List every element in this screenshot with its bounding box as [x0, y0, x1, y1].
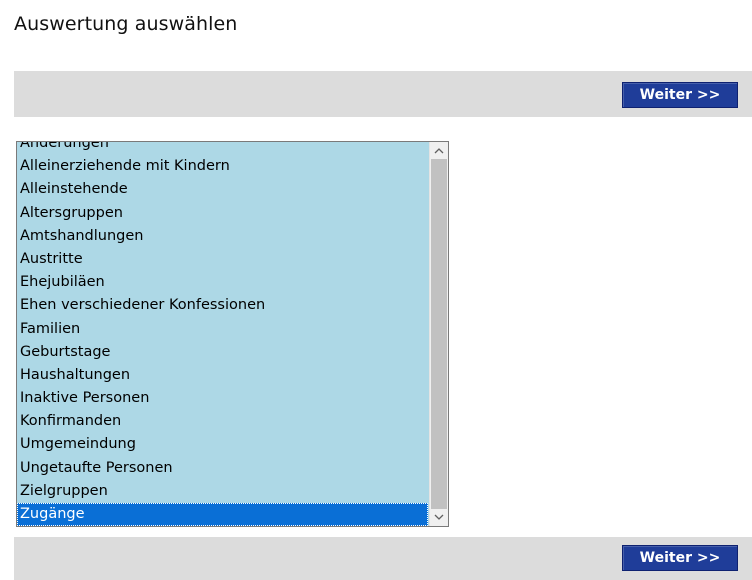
- next-button-bottom[interactable]: Weiter >>: [622, 545, 738, 571]
- next-button-top[interactable]: Weiter >>: [622, 82, 738, 108]
- chevron-up-icon[interactable]: [430, 142, 448, 159]
- page-title: Auswertung auswählen: [14, 13, 238, 35]
- list-item[interactable]: Ungetaufte Personen: [17, 457, 428, 480]
- scrollbar-thumb[interactable]: [431, 159, 447, 509]
- list-item[interactable]: Änderungen: [17, 142, 428, 155]
- list-item[interactable]: Umgemeindung: [17, 433, 428, 456]
- list-item[interactable]: Ehen verschiedener Konfessionen: [17, 294, 428, 317]
- list-item[interactable]: Haushaltungen: [17, 364, 428, 387]
- top-toolbar: Weiter >>: [14, 71, 752, 117]
- list-item[interactable]: Ehejubiläen: [17, 271, 428, 294]
- evaluation-listbox[interactable]: Änderungen Alleinerziehende mit Kindern …: [16, 141, 449, 527]
- list-item[interactable]: Alleinerziehende mit Kindern: [17, 155, 428, 178]
- chevron-down-icon[interactable]: [430, 509, 448, 526]
- list-scrollbar[interactable]: [429, 142, 448, 526]
- list-item[interactable]: Konfirmanden: [17, 410, 428, 433]
- evaluation-list: Änderungen Alleinerziehende mit Kindern …: [17, 142, 428, 526]
- list-item[interactable]: Familien: [17, 318, 428, 341]
- list-item-selected[interactable]: Zugänge: [17, 503, 428, 526]
- bottom-toolbar: Weiter >>: [14, 537, 752, 580]
- list-item[interactable]: Inaktive Personen: [17, 387, 428, 410]
- list-item[interactable]: Alleinstehende: [17, 178, 428, 201]
- list-item[interactable]: Altersgruppen: [17, 202, 428, 225]
- list-item[interactable]: Zielgruppen: [17, 480, 428, 503]
- list-item[interactable]: Geburtstage: [17, 341, 428, 364]
- list-item[interactable]: Austritte: [17, 248, 428, 271]
- list-item[interactable]: Amtshandlungen: [17, 225, 428, 248]
